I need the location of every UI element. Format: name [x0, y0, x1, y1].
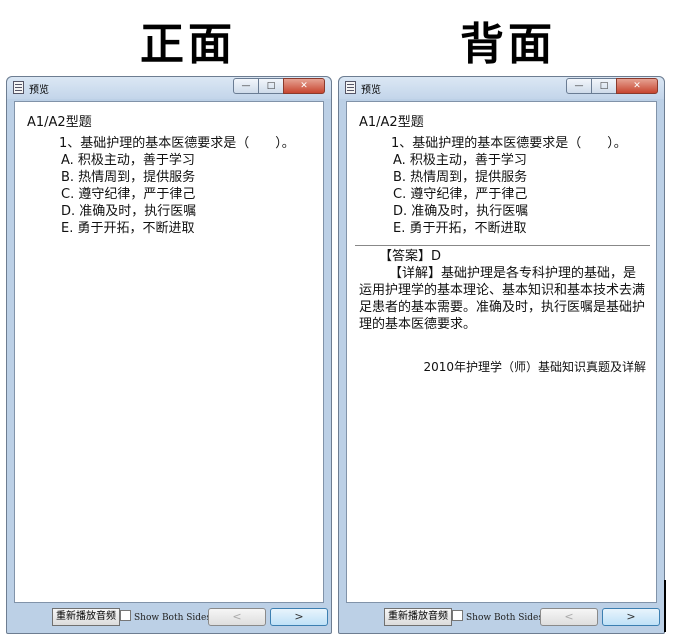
window-title: 预览 — [29, 85, 49, 96]
answer-text: 【答案】D — [379, 249, 442, 264]
app-icon — [13, 81, 24, 94]
show-both-sides-label: Show Both Sides — [134, 613, 212, 623]
option-d: D. 准确及时，执行医嘱 — [61, 204, 197, 219]
option-d: D. 准确及时，执行医嘱 — [393, 204, 529, 219]
window-controls: — □ ✕ — [233, 78, 325, 94]
option-b: B. 热情周到，提供服务 — [393, 170, 528, 185]
option-a: A. 积极主动，善于学习 — [61, 153, 195, 168]
explanation-text: 【详解】基础护理是各专科护理的基础，是运用护理学的基本理论、基本知识和基本技术去… — [359, 266, 646, 332]
question-text: 1、基础护理的基本医德要求是（ ）。 — [59, 136, 295, 151]
question-text: 1、基础护理的基本医德要求是（ ）。 — [391, 136, 627, 151]
minimize-button[interactable]: — — [566, 78, 592, 94]
option-c: C. 遵守纪律，严于律己 — [393, 187, 528, 202]
option-b: B. 热情周到，提供服务 — [61, 170, 196, 185]
option-e: E. 勇于开拓，不断进取 — [393, 221, 527, 236]
option-e: E. 勇于开拓，不断进取 — [61, 221, 195, 236]
back-side-heading: 背面 — [460, 19, 556, 70]
replay-audio-button[interactable]: 重新播放音频 — [384, 608, 452, 626]
maximize-button[interactable]: □ — [591, 78, 617, 94]
option-a: A. 积极主动，善于学习 — [393, 153, 527, 168]
window-controls: — □ ✕ — [566, 78, 658, 94]
window-title: 预览 — [361, 85, 381, 96]
title-bar[interactable]: 预览 — □ ✕ — [7, 77, 331, 99]
show-both-sides-toggle[interactable]: Show Both Sides — [452, 610, 543, 625]
option-c: C. 遵守纪律，严于律己 — [61, 187, 196, 202]
minimize-button[interactable]: — — [233, 78, 259, 94]
card-preview-area: A1/A2型题 1、基础护理的基本医德要求是（ ）。 A. 积极主动，善于学习 … — [14, 101, 324, 603]
close-button[interactable]: ✕ — [283, 78, 325, 94]
title-bar[interactable]: 预览 — □ ✕ — [339, 77, 664, 99]
screen-edge-divider — [664, 580, 666, 632]
show-both-sides-label: Show Both Sides — [466, 613, 544, 623]
section-title: A1/A2型题 — [359, 115, 424, 130]
previous-button[interactable]: < — [208, 608, 266, 626]
replay-audio-button[interactable]: 重新播放音频 — [52, 608, 120, 626]
next-button[interactable]: > — [270, 608, 328, 626]
answer-divider — [355, 245, 650, 246]
card-front-content: A1/A2型题 1、基础护理的基本医德要求是（ ）。 A. 积极主动，善于学习 … — [27, 114, 313, 237]
card-preview-area: A1/A2型题 1、基础护理的基本医德要求是（ ）。 A. 积极主动，善于学习 … — [346, 101, 657, 603]
show-both-sides-checkbox[interactable] — [452, 610, 463, 621]
close-button[interactable]: ✕ — [616, 78, 658, 94]
preview-window-front: 预览 — □ ✕ A1/A2型题 1、基础护理的基本医德要求是（ ）。 A. 积… — [6, 76, 332, 634]
section-title: A1/A2型题 — [27, 115, 92, 130]
show-both-sides-checkbox[interactable] — [120, 610, 131, 621]
preview-window-back: 预览 — □ ✕ A1/A2型题 1、基础护理的基本医德要求是（ ）。 A. 积… — [338, 76, 665, 634]
maximize-button[interactable]: □ — [258, 78, 284, 94]
bottom-bar: 重新播放音频 Show Both Sides < > — [14, 605, 328, 629]
front-side-heading: 正面 — [140, 19, 236, 70]
show-both-sides-toggle[interactable]: Show Both Sides — [120, 610, 211, 625]
card-back-content: A1/A2型题 1、基础护理的基本医德要求是（ ）。 A. 积极主动，善于学习 … — [355, 114, 650, 376]
app-icon — [345, 81, 356, 94]
bottom-bar: 重新播放音频 Show Both Sides < > — [346, 605, 660, 629]
source-text: 2010年护理学（师）基础知识真题及详解 — [423, 360, 646, 374]
next-button[interactable]: > — [602, 608, 660, 626]
previous-button[interactable]: < — [540, 608, 598, 626]
